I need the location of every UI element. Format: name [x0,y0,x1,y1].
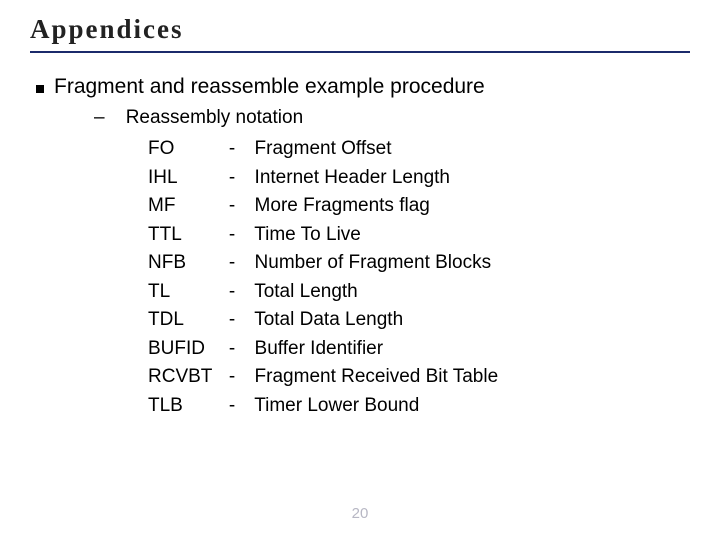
definition-row: TLB- Timer Lower Bound [148,392,690,421]
definition-abbr: IHL [148,164,220,193]
section-heading-row: Fragment and reassemble example procedur… [36,75,690,99]
definition-row: IHL- Internet Header Length [148,164,690,193]
definition-row: FO- Fragment Offset [148,135,690,164]
definition-separator: - [220,221,244,250]
definition-desc: Time To Live [244,221,361,250]
definition-desc: Internet Header Length [244,164,450,193]
page-number: 20 [0,505,720,522]
definition-row: TDL- Total Data Length [148,306,690,335]
definition-row: TL- Total Length [148,278,690,307]
definition-separator: - [220,392,244,421]
definition-abbr: TLB [148,392,220,421]
definition-separator: - [220,306,244,335]
sub-heading: Reassembly notation [126,107,303,128]
definition-abbr: FO [148,135,220,164]
definition-desc: Buffer Identifier [244,335,383,364]
section-heading: Fragment and reassemble example procedur… [54,75,485,99]
definition-desc: Number of Fragment Blocks [244,249,491,278]
definition-row: NFB- Number of Fragment Blocks [148,249,690,278]
definition-separator: - [220,164,244,193]
definition-abbr: TDL [148,306,220,335]
definition-desc: Fragment Offset [244,135,391,164]
definition-abbr: BUFID [148,335,220,364]
definition-desc: Total Length [244,278,358,307]
sub-heading-row: – Reassembly notation [94,107,690,129]
definition-separator: - [220,135,244,164]
definition-desc: Total Data Length [244,306,403,335]
definition-abbr: MF [148,192,220,221]
definition-desc: Fragment Received Bit Table [244,363,498,392]
definition-abbr: RCVBT [148,363,220,392]
definition-separator: - [220,249,244,278]
definition-row: TTL- Time To Live [148,221,690,250]
definition-abbr: NFB [148,249,220,278]
dash-bullet-icon: – [94,107,105,128]
definition-separator: - [220,363,244,392]
definition-desc: More Fragments flag [244,192,430,221]
definition-abbr: TL [148,278,220,307]
definition-row: RCVBT- Fragment Received Bit Table [148,363,690,392]
title-underline [30,51,690,53]
definition-row: BUFID- Buffer Identifier [148,335,690,364]
definition-row: MF- More Fragments flag [148,192,690,221]
square-bullet-icon [36,85,44,93]
definition-desc: Timer Lower Bound [244,392,419,421]
definitions-list: FO- Fragment OffsetIHL- Internet Header … [148,135,690,420]
definition-separator: - [220,335,244,364]
definition-separator: - [220,192,244,221]
definition-separator: - [220,278,244,307]
definition-abbr: TTL [148,221,220,250]
page-title: Appendices [30,14,690,45]
